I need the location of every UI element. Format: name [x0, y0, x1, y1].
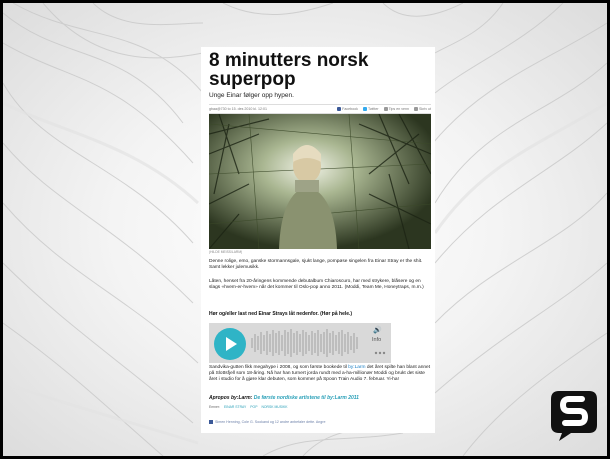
speaker-icon[interactable]: 🔊 — [373, 326, 382, 334]
bylarm-link[interactable]: by:Larm — [348, 365, 365, 370]
article-paragraph-3: Sandvika-gutten fikk megahype i 2008, og… — [209, 365, 431, 383]
facebook-recommend-text[interactable]: Simen Henning, Cole G. Sookand og 12 and… — [215, 420, 325, 424]
photo-caption: (HILDE MEISS/LARM) — [209, 250, 243, 254]
share-links: Facebook Twitter Tips en venn Skriv ut — [337, 105, 431, 113]
info-link[interactable]: Info — [372, 337, 381, 343]
audio-player: 🔊 Info — [209, 323, 391, 363]
waveform[interactable] — [251, 326, 361, 360]
article-date: gbaa@730 to 15. des 2010 kl. 12:01 — [209, 107, 267, 111]
article-photo — [209, 114, 431, 249]
tag-link[interactable]: EINAR STRAY — [224, 405, 246, 409]
slide-background: 8 minutters norsk superpop Unge Einar fø… — [3, 3, 607, 456]
apropos-label: Apropos by:Larm: — [209, 395, 253, 401]
facebook-recommend-line: Simen Henning, Cole G. Sookand og 12 and… — [209, 420, 325, 424]
tag-link[interactable]: POP — [250, 405, 257, 409]
article-paragraph-2: Låten, henset fra 20-åringens kommende d… — [209, 279, 424, 290]
mail-icon — [383, 107, 388, 111]
apropos-line: Apropos by:Larm: De første nordiske arti… — [209, 395, 359, 401]
play-button[interactable] — [214, 328, 246, 360]
facebook-icon — [337, 107, 342, 111]
share-email-link[interactable]: Tips en venn — [383, 105, 409, 113]
article-card: 8 minutters norsk superpop Unge Einar fø… — [201, 47, 435, 433]
share-facebook-link[interactable]: Facebook — [337, 105, 358, 113]
article-paragraph-1: Denne rolige, emo, ganske stormannsgale,… — [209, 259, 423, 270]
share-twitter-link[interactable]: Twitter — [362, 105, 379, 113]
facebook-icon — [209, 420, 213, 424]
brand-logo-icon — [551, 391, 597, 441]
tag-list: Emner: EINAR STRAY POP NORSK MUSIKK — [209, 405, 287, 409]
twitter-icon — [362, 107, 367, 111]
article-title: 8 minutters norsk superpop — [209, 50, 369, 90]
article-meta-bar: gbaa@730 to 15. des 2010 kl. 12:01 Faceb… — [209, 104, 431, 114]
listen-prompt: Hør og/eller last ned Einar Strays låt n… — [209, 311, 353, 317]
tags-label: Emner: — [209, 405, 220, 409]
share-print-link[interactable]: Skriv ut — [414, 105, 431, 113]
more-options-icon[interactable] — [373, 347, 387, 359]
article-subtitle: Unge Einar følger opp hypen. — [209, 92, 294, 99]
print-icon — [414, 107, 419, 111]
paragraph-3-text: Sandvika-gutten fikk megahype i 2008, og… — [209, 365, 349, 370]
tag-link[interactable]: NORSK MUSIKK — [261, 405, 287, 409]
apropos-link[interactable]: De første nordiske artistene til by:Larm… — [254, 395, 359, 401]
